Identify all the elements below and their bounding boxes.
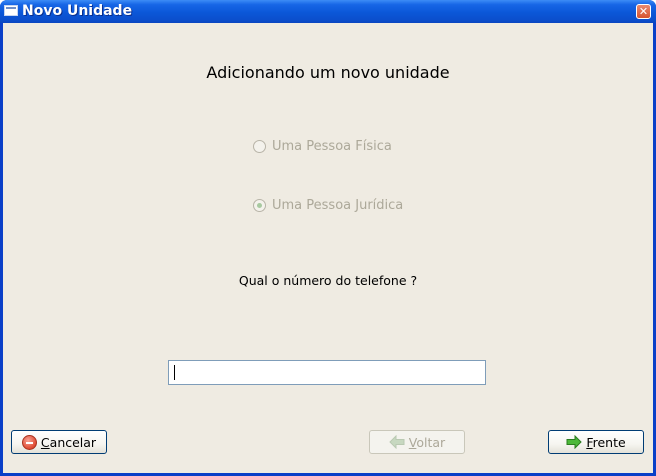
radio-pessoa-fisica[interactable]: Uma Pessoa Física xyxy=(253,139,392,154)
arrow-right-icon xyxy=(566,434,583,450)
window-icon xyxy=(4,5,18,16)
next-label: Frente xyxy=(586,434,626,450)
radio-unchecked-icon xyxy=(253,140,266,153)
text-caret xyxy=(174,365,175,380)
cancel-icon xyxy=(21,434,37,450)
next-button[interactable]: Frente xyxy=(548,430,644,454)
title-bar[interactable]: Novo Unidade ✕ xyxy=(0,0,656,23)
radio-label-fisica: Uma Pessoa Física xyxy=(272,139,392,154)
back-button[interactable]: Voltar xyxy=(369,430,465,454)
page-title: Adicionando um novo unidade xyxy=(206,63,450,82)
radio-label-juridica: Uma Pessoa Jurídica xyxy=(272,198,404,213)
question-label: Qual o número do telefone ? xyxy=(238,273,418,288)
arrow-left-icon xyxy=(389,434,405,450)
close-button[interactable]: ✕ xyxy=(636,4,651,19)
cancel-button[interactable]: Cancelar xyxy=(11,430,107,454)
window-title: Novo Unidade xyxy=(22,3,133,19)
radio-checked-icon xyxy=(253,199,266,212)
cancel-label: Cancelar xyxy=(40,434,97,450)
radio-pessoa-juridica[interactable]: Uma Pessoa Jurídica xyxy=(253,198,403,213)
dialog-content: Adicionando um novo unidade Uma Pessoa F… xyxy=(3,23,653,473)
back-label: Voltar xyxy=(408,434,446,450)
phone-input[interactable] xyxy=(168,360,486,385)
dialog-window: Novo Unidade ✕ Adicionando um novo unida… xyxy=(0,0,656,476)
